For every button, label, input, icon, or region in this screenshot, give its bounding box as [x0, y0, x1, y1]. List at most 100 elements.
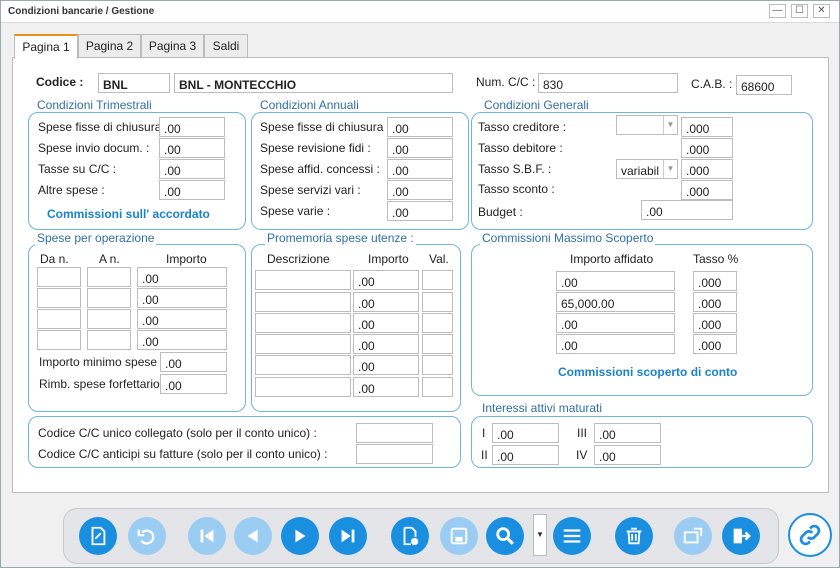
da-input-4[interactable] [37, 330, 81, 350]
da-input-3[interactable] [37, 309, 81, 329]
interessi-input-4[interactable]: .00 [594, 445, 661, 465]
rimb-input[interactable]: .00 [160, 374, 227, 394]
unico-input[interactable] [356, 423, 433, 443]
scoperto-importo-input-2[interactable]: 65,000.00 [556, 292, 675, 312]
tasso-creditore-input[interactable]: .000 [681, 117, 733, 137]
scoperto-importo-input-4[interactable]: .00 [556, 334, 675, 354]
val-input-3[interactable] [422, 313, 453, 333]
ann-input-4[interactable]: .00 [387, 180, 453, 200]
ann-label-4: Spese servizi vari : [260, 183, 361, 197]
codice-input[interactable]: BNL [98, 73, 170, 93]
trim-input-4[interactable]: .00 [159, 180, 225, 200]
promemoria-importo-input-5[interactable]: .00 [353, 355, 419, 375]
delete-button[interactable] [615, 517, 653, 555]
search-button[interactable] [486, 517, 524, 555]
interessi-label-2: II [481, 448, 488, 462]
descrizione-input-5[interactable] [255, 355, 351, 375]
anticipi-label: Codice C/C anticipi su fatture (solo per… [38, 447, 328, 461]
promemoria-importo-input-1[interactable]: .00 [353, 270, 419, 290]
descrizione-input-1[interactable] [255, 270, 351, 290]
tasso-sbf-select[interactable]: variabil ▼ [616, 159, 678, 179]
scoperto-tasso-input-1[interactable]: .000 [693, 271, 737, 291]
a-input-3[interactable] [87, 309, 131, 329]
budget-input[interactable]: .00 [641, 200, 733, 220]
descrizione-input-3[interactable] [255, 313, 351, 333]
trim-input-3[interactable]: .00 [159, 159, 225, 179]
ann-input-1[interactable]: .00 [387, 117, 453, 137]
previous-record-button[interactable] [234, 517, 272, 555]
tab-pagina-3[interactable]: Pagina 3 [141, 34, 204, 58]
ann-input-2[interactable]: .00 [387, 138, 453, 158]
descrizione-input-6[interactable] [255, 377, 351, 397]
trim-input-2[interactable]: .00 [159, 138, 225, 158]
scoperto-importo-input-3[interactable]: .00 [556, 313, 675, 333]
a-input-2[interactable] [87, 288, 131, 308]
tab-saldi[interactable]: Saldi [204, 34, 248, 58]
export-button[interactable] [674, 517, 712, 555]
ann-input-3[interactable]: .00 [387, 159, 453, 179]
importo-input-1[interactable]: .00 [137, 267, 227, 287]
minimo-input[interactable]: .00 [160, 352, 227, 372]
link-icon [799, 524, 821, 546]
undo-button[interactable] [128, 517, 166, 555]
search-dropdown-button[interactable]: ▼ [533, 514, 547, 556]
interessi-input-1[interactable]: .00 [492, 423, 559, 443]
save-button[interactable] [440, 517, 478, 555]
da-input-2[interactable] [37, 288, 81, 308]
tab-pagina-2[interactable]: Pagina 2 [78, 34, 141, 58]
last-record-button[interactable] [329, 517, 367, 555]
val-input-1[interactable] [422, 270, 453, 290]
importo-input-3[interactable]: .00 [137, 309, 227, 329]
next-record-button[interactable] [281, 517, 319, 555]
promemoria-importo-input-2[interactable]: .00 [353, 292, 419, 312]
maximize-button[interactable]: ☐ [791, 4, 808, 18]
new-document-button[interactable] [79, 517, 117, 555]
importo-input-4[interactable]: .00 [137, 330, 227, 350]
link-button[interactable] [788, 513, 832, 557]
col-a-label: A n. [99, 252, 120, 266]
scoperto-tasso-input-3[interactable]: .000 [693, 313, 737, 333]
commissioni-accordato-link[interactable]: Commissioni sull' accordato [47, 207, 210, 221]
a-input-4[interactable] [87, 330, 131, 350]
cab-input[interactable]: 68600 [736, 75, 792, 95]
add-document-button[interactable] [391, 517, 429, 555]
minimize-button[interactable]: — [769, 4, 786, 18]
promemoria-importo-input-6[interactable]: .00 [353, 377, 419, 397]
numcc-input[interactable]: 830 [538, 73, 678, 93]
da-input-1[interactable] [37, 267, 81, 287]
tab-pagina-1[interactable]: Pagina 1 [14, 34, 78, 59]
chevron-down-icon: ▼ [663, 116, 677, 134]
interessi-input-3[interactable]: .00 [594, 423, 661, 443]
list-button[interactable] [553, 517, 591, 555]
promemoria-importo-input-3[interactable]: .00 [353, 313, 419, 333]
descrizione-input-2[interactable] [255, 292, 351, 312]
interessi-input-2[interactable]: .00 [492, 445, 559, 465]
val-input-4[interactable] [422, 334, 453, 354]
exit-button[interactable] [722, 517, 760, 555]
tasso-creditore-select[interactable]: ▼ [616, 115, 678, 135]
importo-input-2[interactable]: .00 [137, 288, 227, 308]
val-input-6[interactable] [422, 377, 453, 397]
promemoria-importo-input-4[interactable]: .00 [353, 334, 419, 354]
col-descrizione-label: Descrizione [267, 252, 330, 266]
val-input-5[interactable] [422, 355, 453, 375]
ann-input-5[interactable]: .00 [387, 201, 453, 221]
tasso-debitore-label: Tasso debitore : [478, 141, 563, 155]
scoperto-tasso-input-2[interactable]: .000 [693, 292, 737, 312]
rimb-label: Rimb. spese forfettario [39, 377, 160, 391]
close-button[interactable]: ✕ [813, 4, 830, 18]
anticipi-input[interactable] [356, 444, 433, 464]
scoperto-tasso-input-4[interactable]: .000 [693, 334, 737, 354]
a-input-1[interactable] [87, 267, 131, 287]
codice-description-input[interactable]: BNL - MONTECCHIO [174, 73, 453, 93]
first-record-button[interactable] [188, 517, 226, 555]
commissioni-scoperto-link[interactable]: Commissioni scoperto di conto [558, 365, 737, 379]
tasso-sbf-input[interactable]: .000 [681, 159, 733, 179]
unico-label: Codice C/C unico collegato (solo per il … [38, 426, 317, 440]
scoperto-importo-input-1[interactable]: .00 [556, 271, 675, 291]
tasso-sconto-input[interactable]: .000 [681, 180, 733, 200]
val-input-2[interactable] [422, 292, 453, 312]
trim-input-1[interactable]: .00 [159, 117, 225, 137]
descrizione-input-4[interactable] [255, 334, 351, 354]
tasso-debitore-input[interactable]: .000 [681, 138, 733, 158]
